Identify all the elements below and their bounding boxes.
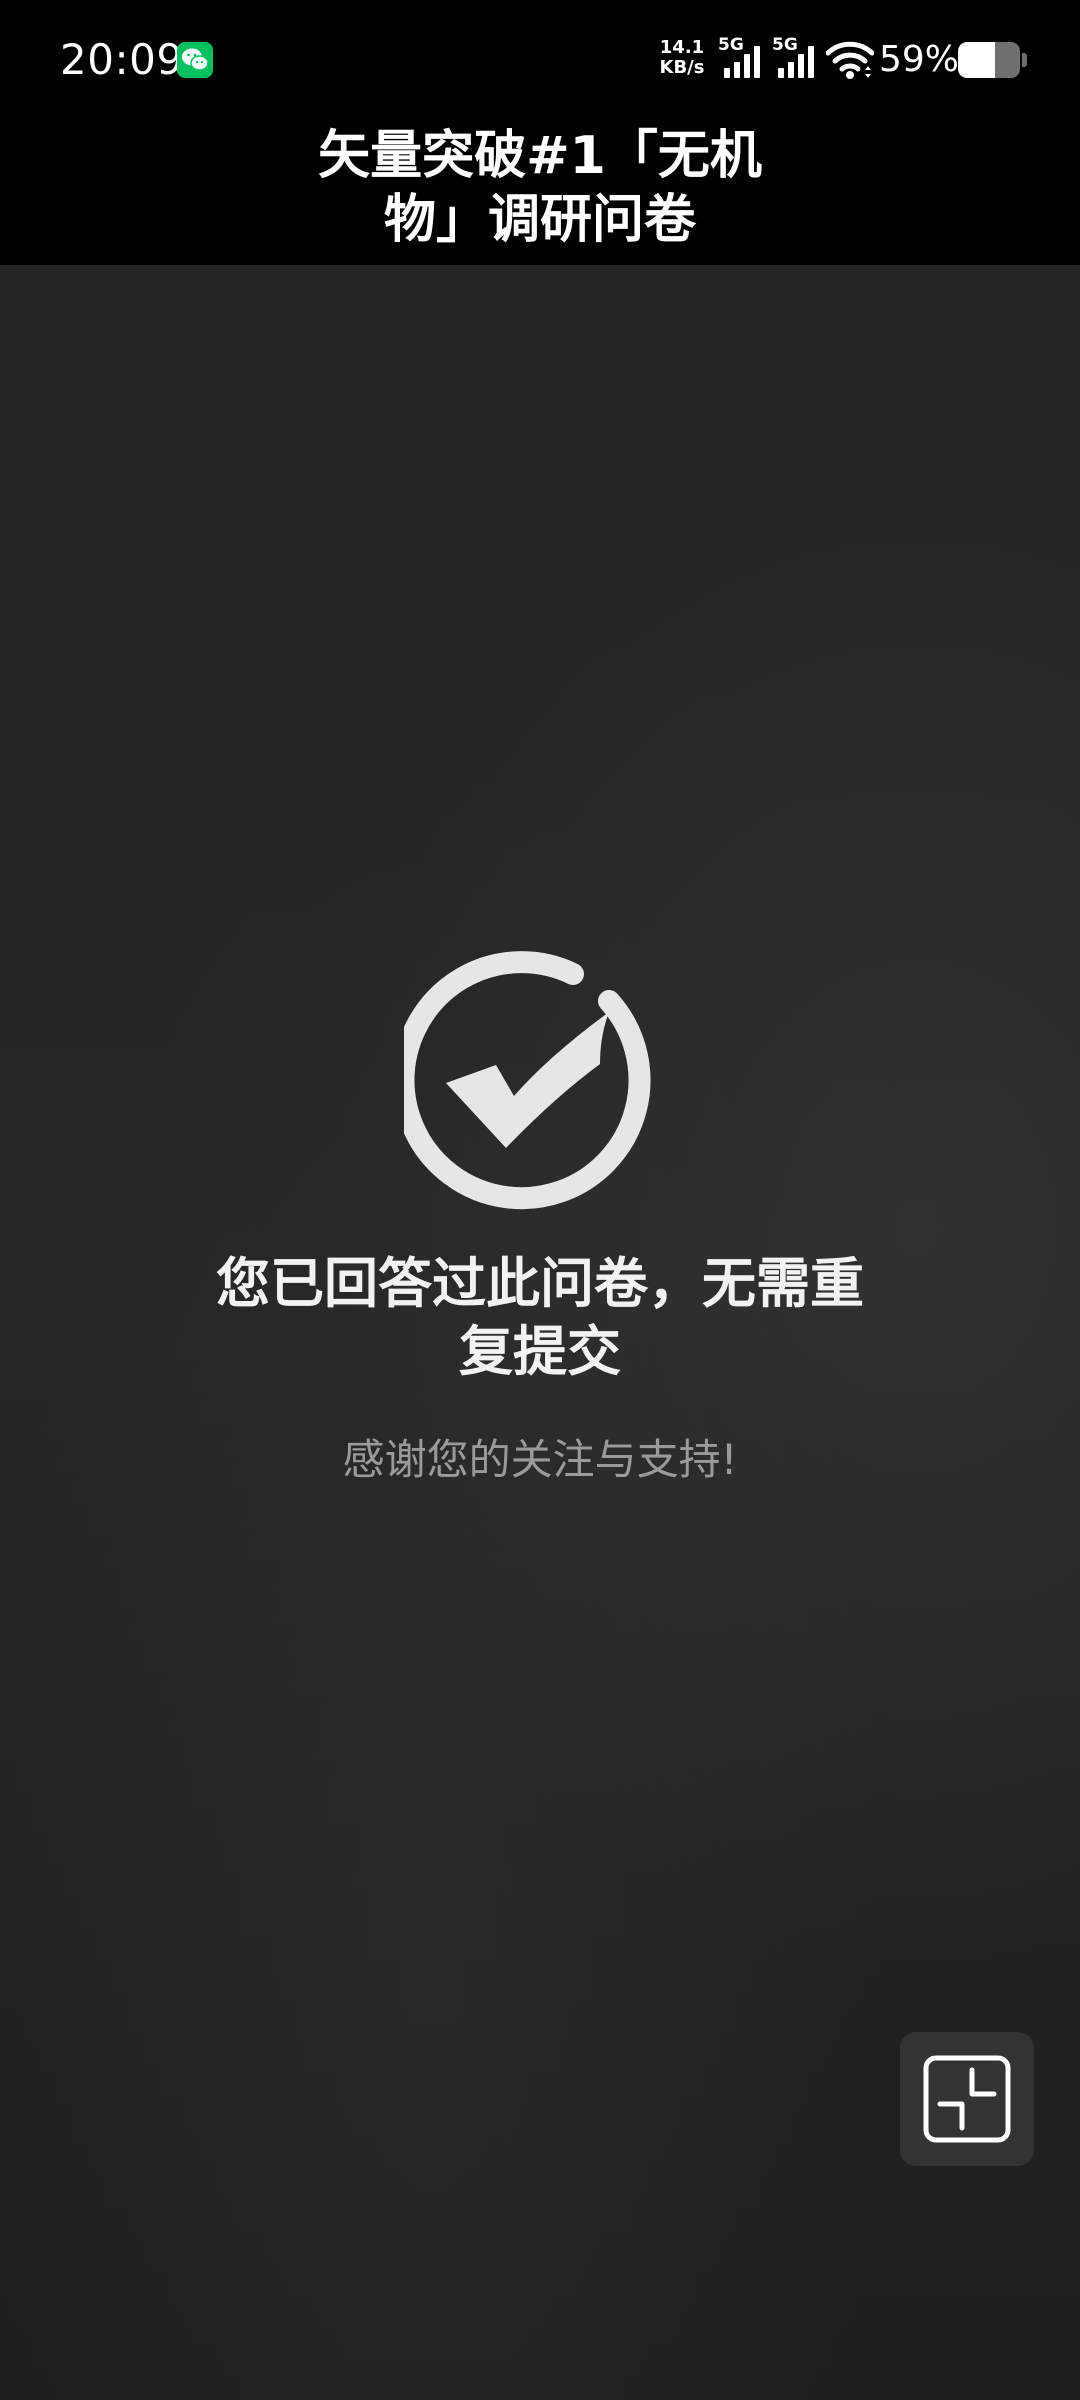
battery-percentage: 59% [879,39,960,80]
signal-icon: 5G [772,36,818,80]
wifi-icon [825,40,875,84]
minimize-window-icon [923,2055,1011,2143]
battery-icon [958,42,1020,78]
check-circle-icon [392,948,674,1218]
wechat-icon [177,42,213,78]
page-title: 矢量突破#1「无机物」调研问卷 [318,126,762,250]
status-bar: 20:09 14.1 KB/s 5G 5G 59% [0,0,1080,120]
signal-icon: 5G [718,36,764,80]
network-speed: 14.1 KB/s [652,38,712,78]
status-time: 20:09 [60,35,184,84]
thanks-text: 感谢您的关注与支持! [342,1435,738,1484]
title-bar: 矢量突破#1「无机物」调研问卷 [0,120,1080,265]
battery-level-fill [958,42,995,78]
network-speed-unit: KB/s [659,57,705,78]
minimize-window-button[interactable] [900,2032,1034,2166]
success-message: 您已回答过此问卷，无需重复提交 [216,1252,864,1383]
battery-tip [1022,53,1027,67]
network-speed-value: 14.1 [659,37,705,58]
